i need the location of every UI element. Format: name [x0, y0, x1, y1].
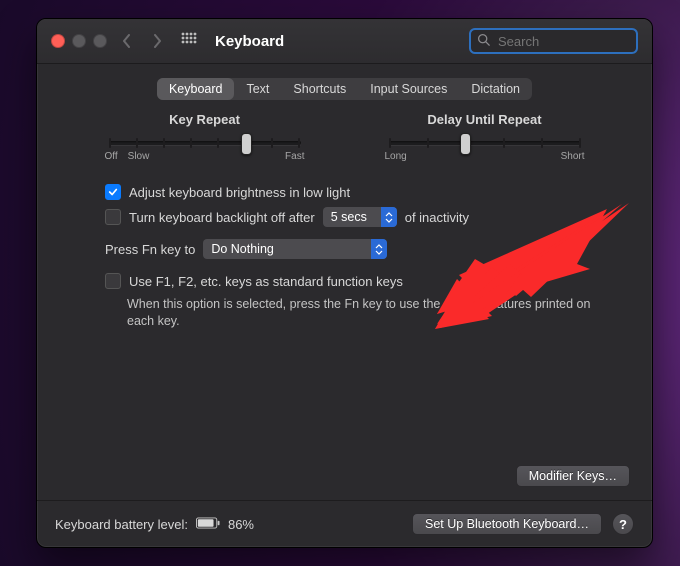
delay-until-repeat-slider-group: Delay Until Repeat Long Short: [385, 112, 585, 162]
battery-label: Keyboard battery level:: [55, 517, 188, 532]
footer-bar: Keyboard battery level: 86% Set Up Bluet…: [37, 500, 652, 547]
delay-until-repeat-slider[interactable]: [389, 141, 581, 145]
titlebar: Keyboard: [37, 19, 652, 64]
show-all-preferences-button[interactable]: [181, 32, 197, 51]
adjust-brightness-checkbox[interactable]: [105, 184, 121, 200]
delay-scale-labels: Long Short: [385, 151, 585, 162]
backlight-off-row: Turn keyboard backlight off after 5 secs…: [105, 207, 620, 227]
tab-text[interactable]: Text: [234, 78, 281, 100]
key-repeat-scale-labels: Off Slow Fast: [105, 151, 305, 162]
slider-section: Key Repeat Off Slow Fast: [71, 112, 618, 162]
search-icon: [477, 33, 490, 49]
key-repeat-label: Key Repeat: [105, 112, 305, 127]
delay-short-label: Short: [561, 151, 585, 162]
battery-status: Keyboard battery level: 86%: [55, 517, 254, 532]
settings-list: Adjust keyboard brightness in low light …: [105, 184, 620, 330]
press-fn-row: Press Fn key to Do Nothing: [105, 239, 620, 259]
use-fkeys-label: Use F1, F2, etc. keys as standard functi…: [129, 274, 403, 289]
modifier-keys-button[interactable]: Modifier Keys…: [516, 465, 630, 487]
tab-shortcuts[interactable]: Shortcuts: [281, 78, 358, 100]
backlight-timeout-value: 5 secs: [331, 210, 367, 224]
key-repeat-off-label: Off: [105, 151, 118, 162]
modifier-keys-row: Modifier Keys…: [516, 465, 630, 487]
key-repeat-slider-group: Key Repeat Off Slow Fast: [105, 112, 305, 162]
use-fkeys-checkbox[interactable]: [105, 273, 121, 289]
stepper-arrows-icon: [371, 239, 387, 259]
battery-icon: [196, 517, 220, 532]
preferences-window: Keyboard Keyboard Text Shortcuts Input S…: [36, 18, 653, 548]
press-fn-label: Press Fn key to: [105, 242, 195, 257]
delay-label: Delay Until Repeat: [385, 112, 585, 127]
backlight-timeout-dropdown[interactable]: 5 secs: [323, 207, 397, 227]
delay-long-label: Long: [385, 151, 407, 162]
stepper-arrows-icon: [381, 207, 397, 227]
delay-thumb[interactable]: [460, 133, 471, 155]
key-repeat-fast-label: Fast: [285, 151, 304, 162]
backlight-off-label-after: of inactivity: [405, 210, 469, 225]
adjust-brightness-label: Adjust keyboard brightness in low light: [129, 185, 350, 200]
use-fkeys-row: Use F1, F2, etc. keys as standard functi…: [105, 273, 620, 289]
adjust-brightness-row: Adjust keyboard brightness in low light: [105, 184, 620, 200]
minimize-window-button[interactable]: [72, 34, 86, 48]
key-repeat-slider[interactable]: [109, 141, 301, 145]
use-fkeys-description: When this option is selected, press the …: [127, 296, 620, 330]
setup-bluetooth-keyboard-button[interactable]: Set Up Bluetooth Keyboard…: [412, 513, 602, 535]
backlight-off-label-before: Turn keyboard backlight off after: [129, 210, 315, 225]
key-repeat-thumb[interactable]: [241, 133, 252, 155]
press-fn-dropdown[interactable]: Do Nothing: [203, 239, 387, 259]
tab-input-sources[interactable]: Input Sources: [358, 78, 459, 100]
tab-dictation[interactable]: Dictation: [459, 78, 532, 100]
zoom-window-button[interactable]: [93, 34, 107, 48]
tab-keyboard[interactable]: Keyboard: [157, 78, 235, 100]
window-controls: [51, 34, 107, 48]
window-title: Keyboard: [215, 33, 284, 50]
key-repeat-slow-label: Slow: [128, 151, 150, 162]
close-window-button[interactable]: [51, 34, 65, 48]
forward-button[interactable]: [147, 29, 167, 53]
search-input[interactable]: [496, 33, 653, 50]
press-fn-value: Do Nothing: [211, 242, 274, 256]
backlight-off-checkbox[interactable]: [105, 209, 121, 225]
help-button[interactable]: ?: [612, 513, 634, 535]
content-area: Keyboard Text Shortcuts Input Sources Di…: [37, 78, 652, 344]
battery-percent: 86%: [228, 517, 254, 532]
back-button[interactable]: [117, 29, 137, 53]
search-field[interactable]: [469, 28, 638, 54]
tab-bar: Keyboard Text Shortcuts Input Sources Di…: [157, 78, 532, 100]
